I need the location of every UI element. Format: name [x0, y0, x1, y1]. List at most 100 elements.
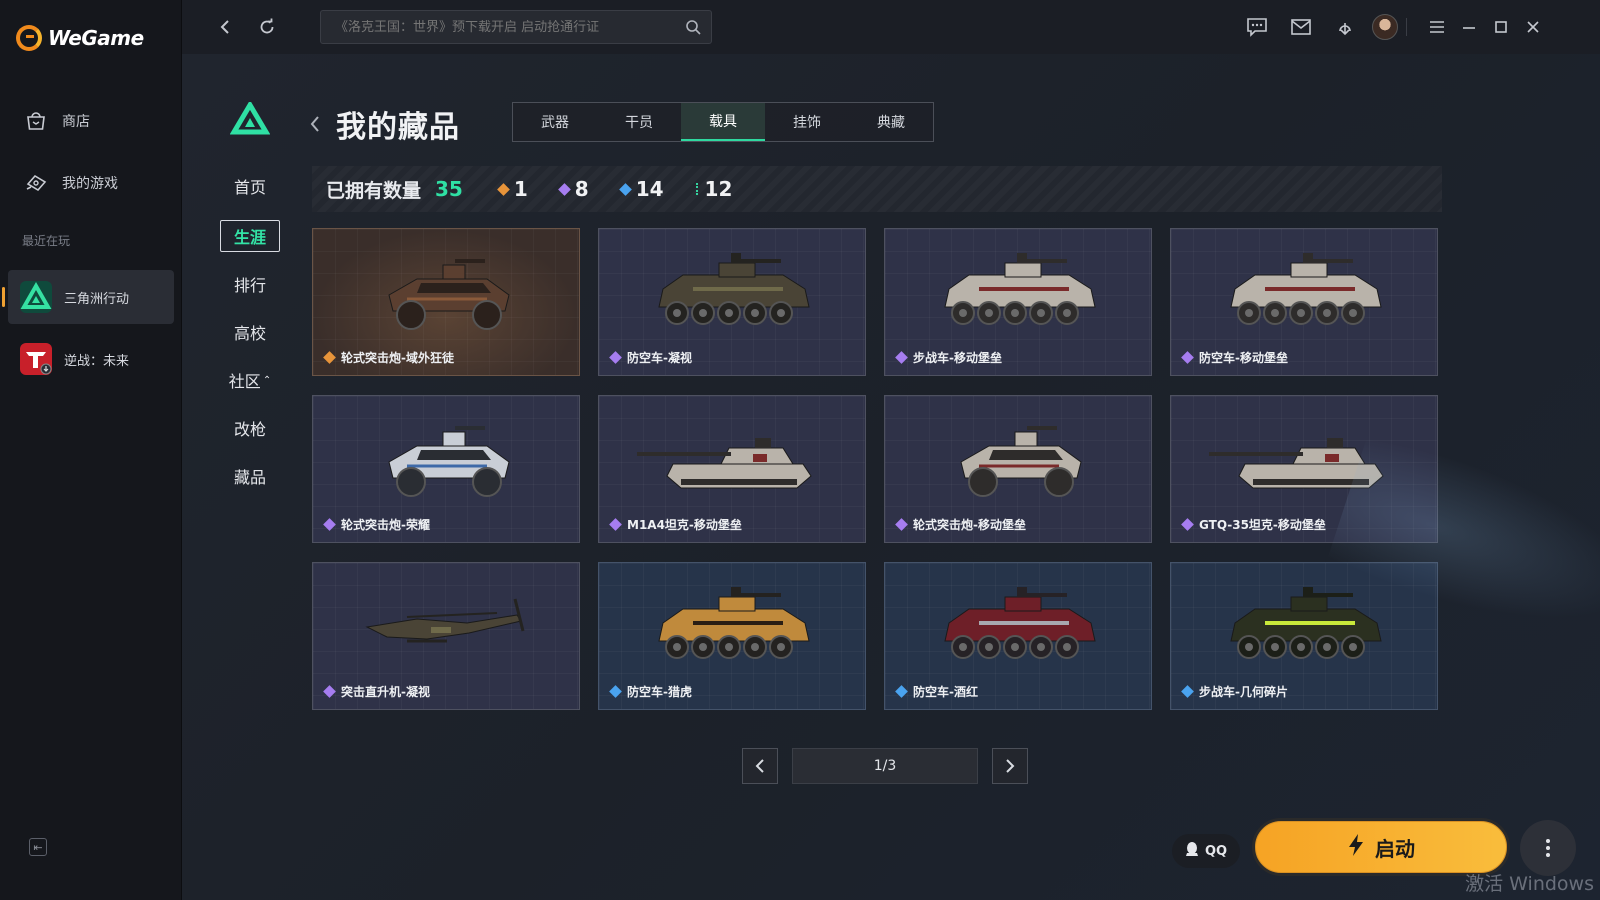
rarity-count-orange: 1 — [496, 177, 528, 201]
vehicle-card[interactable]: 防空车-猎虎 — [598, 562, 866, 710]
search-input[interactable] — [335, 19, 675, 35]
refresh-icon[interactable] — [254, 14, 280, 40]
purple-diamond-icon — [609, 351, 622, 364]
purple-diamond-icon — [1181, 518, 1194, 531]
tab-vehicles[interactable]: 载具 — [681, 103, 765, 141]
prev-page-button[interactable] — [742, 748, 778, 784]
download-icon[interactable] — [1332, 14, 1358, 40]
vehicle-card[interactable]: 防空车-凝视 — [598, 228, 866, 376]
search-icon[interactable] — [685, 19, 701, 39]
vehicle-card[interactable]: 轮式突击炮-荣耀 — [312, 395, 580, 543]
left-sidebar: WeGame 商店 我的游戏 最近在玩 三角洲行动 逆战：未来 ⇤ — [0, 0, 182, 900]
vehicle-name: 防空车-猎虎 — [627, 685, 692, 699]
minimize-icon[interactable] — [1456, 14, 1482, 40]
rarity-count-purple: 8 — [557, 177, 589, 201]
launch-game-button[interactable]: 启动 — [1252, 818, 1510, 876]
blue-diamond-icon — [895, 685, 908, 698]
mail-icon[interactable] — [1288, 14, 1314, 40]
vehicle-name: 轮式突击炮-移动堡垒 — [913, 518, 1026, 532]
vehicle-card[interactable]: 轮式突击炮-域外狂徒 — [312, 228, 580, 376]
maximize-icon[interactable] — [1488, 14, 1514, 40]
vehicle-card-label: 轮式突击炮-荣耀 — [323, 516, 430, 533]
game-nav-collection[interactable]: 藏品 — [220, 460, 280, 492]
tab-weapons[interactable]: 武器 — [513, 103, 597, 141]
vehicle-card[interactable]: 轮式突击炮-移动堡垒 — [884, 395, 1152, 543]
purple-diamond-icon — [895, 351, 908, 364]
main-content: 首页 生涯 排行 高校 社区 ⌃ 改枪 藏品 我的藏品 武器 干员 载具 挂饰 … — [182, 54, 1600, 900]
top-bar — [182, 0, 1600, 54]
delta-force-logo-icon[interactable] — [229, 100, 271, 136]
vehicle-name: 防空车-凝视 — [627, 351, 692, 365]
helicopter-vehicle-icon — [365, 598, 525, 643]
gamepad-icon — [24, 171, 48, 195]
vehicle-card-label: GTQ-35坦克-移动堡垒 — [1181, 516, 1326, 533]
vehicle-card[interactable]: 步战车-几何碎片 — [1170, 562, 1438, 710]
apc-vehicle-icon — [1230, 253, 1382, 325]
game-nav-community[interactable]: 社区 ⌃ — [220, 364, 280, 396]
sidebar-item-my-games[interactable]: 我的游戏 — [0, 158, 182, 208]
tab-collectibles[interactable]: 典藏 — [849, 103, 933, 141]
close-icon[interactable] — [1520, 14, 1546, 40]
vehicle-name: 步战车-移动堡垒 — [913, 351, 1002, 365]
vehicle-card[interactable]: GTQ-35坦克-移动堡垒 — [1170, 395, 1438, 543]
qq-login-button[interactable]: QQ — [1172, 834, 1240, 868]
chevron-right-icon — [1006, 759, 1015, 773]
game-nav-career[interactable]: 生涯 — [220, 220, 280, 252]
chat-icon[interactable] — [1244, 14, 1270, 40]
vertical-dots-icon — [1546, 839, 1550, 857]
vehicle-card-label: 轮式突击炮-域外狂徒 — [323, 349, 454, 366]
avatar[interactable] — [1372, 14, 1398, 40]
vehicle-card[interactable]: 步战车-移动堡垒 — [884, 228, 1152, 376]
purple-diamond-icon — [895, 518, 908, 531]
vehicle-card-label: 防空车-猎虎 — [609, 683, 692, 700]
vehicle-name: 突击直升机-凝视 — [341, 685, 430, 699]
recent-game-nizhan[interactable]: 逆战：未来 — [8, 332, 174, 386]
vehicle-card-label: 防空车-酒红 — [895, 683, 978, 700]
vehicle-card-label: 步战车-几何碎片 — [1181, 683, 1288, 700]
next-page-button[interactable] — [992, 748, 1028, 784]
page-back-icon[interactable] — [306, 112, 324, 136]
recent-game-label: 三角洲行动 — [64, 291, 130, 307]
buggy-vehicle-icon — [388, 426, 510, 497]
sidebar-item-shop[interactable]: 商店 — [0, 96, 182, 146]
owned-summary: 已拥有数量 35 1 8 14 12 — [312, 166, 1442, 212]
vehicle-name: 防空车-酒红 — [913, 685, 978, 699]
tank-vehicle-icon — [1209, 438, 1384, 489]
vehicle-card[interactable]: 突击直升机-凝视 — [312, 562, 580, 710]
collapse-sidebar-icon[interactable]: ⇤ — [29, 838, 47, 856]
game-nav-college[interactable]: 高校 — [220, 316, 280, 348]
vehicle-card[interactable]: M1A4坦克-移动堡垒 — [598, 395, 866, 543]
vehicle-name: M1A4坦克-移动堡垒 — [627, 518, 742, 532]
qq-penguin-icon — [1185, 841, 1199, 861]
blue-diamond-icon — [609, 685, 622, 698]
search-bar[interactable] — [320, 10, 712, 44]
green-dots-icon — [695, 183, 699, 195]
rarity-count: 12 — [704, 177, 733, 201]
more-options-button[interactable] — [1520, 820, 1576, 876]
topbar-divider — [1406, 18, 1407, 36]
purple-diamond-icon — [557, 182, 571, 196]
vehicle-name: 防空车-移动堡垒 — [1199, 351, 1288, 365]
wegame-logo-icon — [16, 25, 42, 51]
menu-icon[interactable] — [1424, 14, 1450, 40]
buggy-vehicle-icon — [388, 259, 510, 330]
tab-operators[interactable]: 干员 — [597, 103, 681, 141]
buggy-vehicle-icon — [960, 426, 1082, 497]
game-nav-home[interactable]: 首页 — [220, 170, 280, 202]
vehicle-name: 轮式突击炮-荣耀 — [341, 518, 430, 532]
shop-bag-icon — [24, 109, 48, 133]
game-nav-ranking[interactable]: 排行 — [220, 268, 280, 300]
recent-game-delta-force[interactable]: 三角洲行动 — [2, 270, 174, 324]
recent-heading: 最近在玩 — [22, 234, 71, 248]
tab-charms[interactable]: 挂饰 — [765, 103, 849, 141]
chevron-left-icon — [755, 759, 764, 773]
orange-diamond-icon — [323, 351, 336, 364]
wegame-logo[interactable]: WeGame — [16, 22, 144, 54]
purple-diamond-icon — [1181, 351, 1194, 364]
game-nav-gunsmith[interactable]: 改枪 — [220, 412, 280, 444]
back-icon[interactable] — [212, 14, 238, 40]
vehicle-card[interactable]: 防空车-酒红 — [884, 562, 1152, 710]
vehicle-card-label: 步战车-移动堡垒 — [895, 349, 1002, 366]
rarity-count: 8 — [574, 177, 589, 201]
vehicle-card[interactable]: 防空车-移动堡垒 — [1170, 228, 1438, 376]
